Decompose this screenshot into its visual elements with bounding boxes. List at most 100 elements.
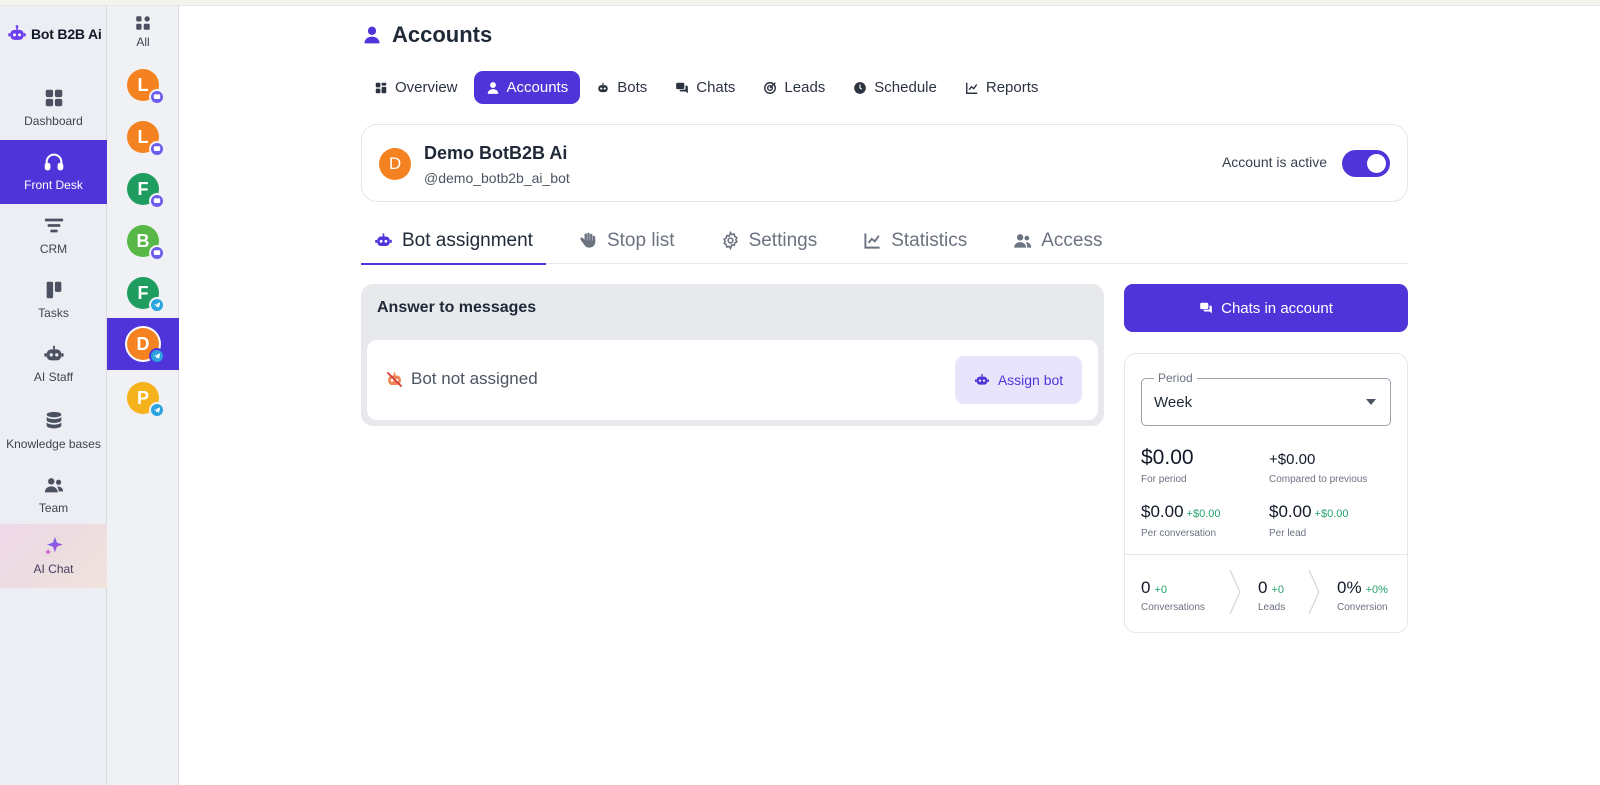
avatar: F — [127, 277, 165, 313]
delta: +$0.00 — [1314, 508, 1349, 520]
accounts-rail: All L L F B F D P — [107, 6, 179, 785]
dashboard-icon — [45, 89, 62, 107]
account-card: D Demo BotB2B Ai @demo_botb2b_ai_bot Acc… — [361, 124, 1408, 202]
nav-item-front-desk[interactable]: Front Desk — [0, 140, 107, 204]
nav-label: Knowledge bases — [6, 437, 101, 451]
caret-down-icon — [1366, 399, 1376, 405]
period-label: Period — [1154, 371, 1197, 385]
nav-label: AI Staff — [33, 370, 74, 384]
hand-icon — [580, 232, 596, 248]
clock-icon — [854, 81, 867, 94]
answer-panel: Answer to messages Bot not assigned Assi… — [361, 284, 1104, 426]
per-conversation-label: Per conversation — [1141, 528, 1217, 539]
avatar: F — [127, 173, 165, 209]
tab-stop-list[interactable]: Stop list — [566, 222, 688, 264]
account-item[interactable]: F — [107, 268, 179, 318]
chat-icon — [149, 89, 165, 105]
account-item[interactable]: B — [107, 216, 179, 266]
avatar: L — [127, 121, 165, 157]
nav-item-knowledge-bases[interactable]: Knowledge bases — [0, 396, 107, 466]
main-sidebar: Bot B2B Ai Dashboard Front Desk CRM Task… — [0, 6, 107, 785]
nav-item-ai-chat[interactable]: AI Chat — [0, 524, 107, 588]
sparkle-icon — [44, 536, 63, 556]
nav-label: Dashboard — [24, 114, 83, 128]
account-item[interactable]: L — [107, 60, 179, 110]
account-item-active[interactable]: D — [107, 318, 179, 370]
database-icon — [46, 411, 61, 429]
nav-label: AI Chat — [33, 562, 74, 576]
answer-title: Answer to messages — [377, 299, 537, 316]
chats-in-account-button[interactable]: Chats in account — [1124, 284, 1408, 332]
leads-value: 0 +0 — [1258, 578, 1285, 597]
nav-label: CRM — [39, 242, 68, 256]
chat-icon — [149, 141, 165, 157]
chats-icon — [1200, 302, 1212, 314]
conversion-label: Conversion — [1337, 602, 1388, 613]
period-select[interactable]: Period Week — [1141, 371, 1391, 426]
nav-item-dashboard[interactable]: Dashboard — [0, 76, 107, 140]
toggle-knob — [1367, 154, 1386, 173]
telegram-icon — [149, 402, 165, 418]
robot-icon — [375, 233, 392, 247]
for-period-label: For period — [1141, 474, 1187, 485]
divider — [1125, 554, 1407, 555]
grid-icon — [136, 16, 150, 30]
conversations-label: Conversations — [1141, 602, 1205, 613]
chart-icon — [864, 233, 880, 249]
nav-item-team[interactable]: Team — [0, 466, 107, 524]
tab-reports[interactable]: Reports — [953, 71, 1051, 104]
tab-bot-assignment[interactable]: Bot assignment — [361, 222, 546, 265]
grid-icon — [375, 82, 387, 93]
compared-label: Compared to previous — [1269, 474, 1368, 485]
nav-label: Front Desk — [24, 178, 83, 192]
chevron-right-icon — [1308, 569, 1320, 615]
tab-schedule[interactable]: Schedule — [841, 71, 949, 104]
tab-leads[interactable]: Leads — [751, 71, 837, 104]
nav-item-ai-staff[interactable]: AI Staff — [0, 332, 107, 396]
tab-accounts[interactable]: Accounts — [473, 71, 581, 104]
per-lead-value: $0.00 +$0.00 — [1269, 502, 1349, 521]
account-item[interactable]: P — [107, 373, 179, 423]
all-accounts-filter[interactable]: All — [107, 14, 179, 49]
tab-statistics[interactable]: Statistics — [850, 222, 980, 264]
account-active-toggle[interactable] — [1342, 150, 1390, 177]
tab-overview[interactable]: Overview — [362, 71, 470, 104]
nav-item-tasks[interactable]: Tasks — [0, 268, 107, 332]
nav-label: Team — [38, 501, 69, 515]
account-item[interactable]: F — [107, 164, 179, 214]
brand[interactable]: Bot B2B Ai — [0, 6, 106, 62]
robot-icon — [43, 345, 64, 361]
telegram-icon — [149, 348, 165, 364]
delta: +0 — [1154, 584, 1168, 596]
avatar: B — [127, 225, 165, 261]
tab-access[interactable]: Access — [1000, 222, 1115, 264]
team-icon — [44, 478, 63, 493]
stats-card: Period Week $0.00 For period +$0.00 Comp… — [1124, 353, 1408, 633]
compared-value: +$0.00 — [1269, 451, 1316, 468]
delta: +0 — [1271, 584, 1285, 596]
answer-body: Bot not assigned Assign bot — [367, 340, 1098, 420]
per-lead-label: Per lead — [1269, 528, 1307, 539]
users-icon — [1014, 234, 1032, 248]
tab-chats[interactable]: Chats — [663, 71, 747, 104]
target-icon — [764, 81, 777, 94]
chats-icon — [676, 82, 689, 93]
chat-icon — [149, 245, 165, 261]
chevron-right-icon — [1229, 569, 1241, 615]
chat-icon — [149, 193, 165, 209]
account-item[interactable]: L — [107, 112, 179, 162]
tab-bots[interactable]: Bots — [584, 71, 659, 104]
user-icon — [487, 81, 498, 94]
robot-icon — [598, 82, 608, 92]
assign-bot-button[interactable]: Assign bot — [955, 356, 1082, 404]
robot-icon — [8, 25, 26, 40]
avatar: L — [127, 69, 165, 105]
delta: +0% — [1365, 584, 1388, 596]
top-strip — [0, 0, 1600, 6]
conversations-value: 0 +0 — [1141, 578, 1168, 597]
nav-item-crm[interactable]: CRM — [0, 204, 107, 268]
bot-status: Bot not assigned — [385, 369, 538, 389]
robot-off-icon — [386, 371, 403, 387]
tab-settings[interactable]: Settings — [708, 222, 831, 264]
for-period-value: $0.00 — [1141, 446, 1194, 469]
